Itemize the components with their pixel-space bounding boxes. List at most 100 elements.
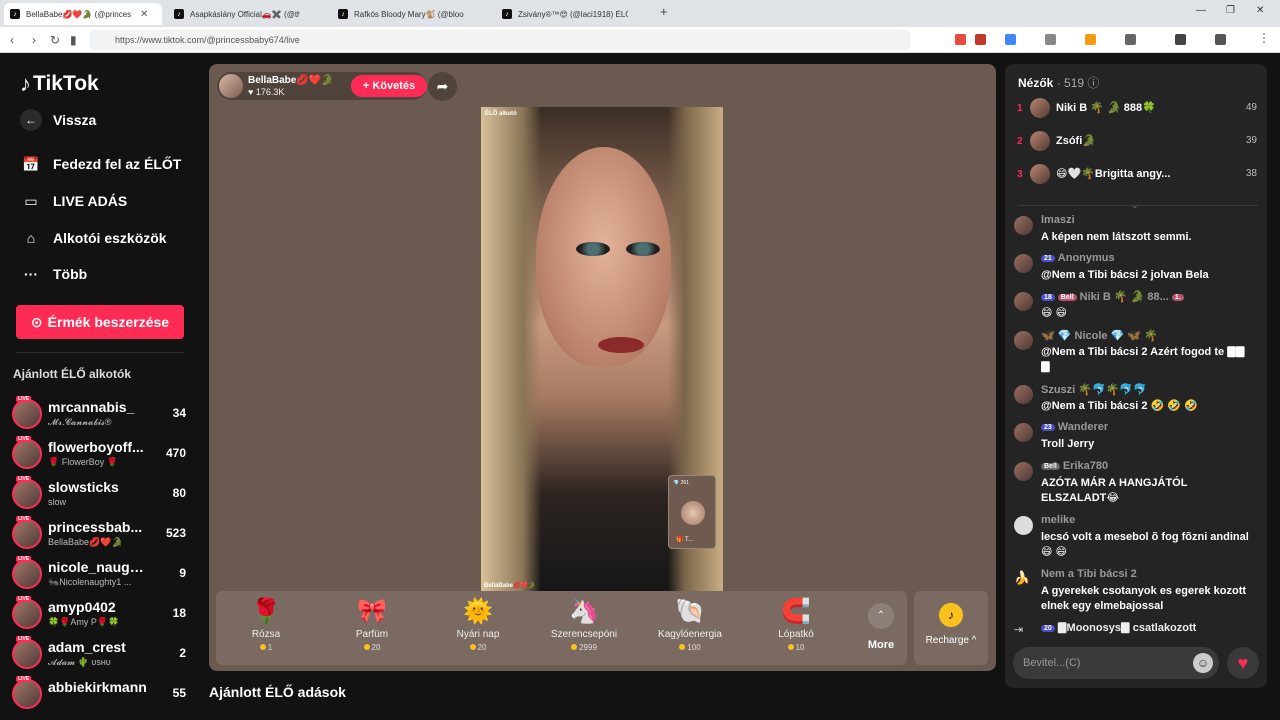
browser-tab-3[interactable]: ♪ Rafkós Bloody Mary🐒 (@bloodymai — [332, 3, 492, 25]
nav-live-studio[interactable]: ▭ LIVE ADÁS — [20, 190, 127, 212]
avatar[interactable] — [1014, 331, 1033, 350]
follow-button[interactable]: + Követés — [351, 75, 427, 97]
creator-item[interactable]: LIVE adam_crest 𝓐𝓭𝓪𝓶 🌵 ᴜsʜᴜ 2 — [12, 636, 188, 673]
chat-username[interactable]: 🦋 💎 Nicole 💎 🦋 🌴 — [1041, 329, 1158, 342]
gift-perfume[interactable]: 🎀 Parfüm 20 — [322, 597, 422, 661]
tiktok-logo[interactable]: ♪ TikTok — [20, 71, 99, 97]
close-icon[interactable]: ✕ — [140, 9, 148, 20]
tab-title: Asapkáslány Official🚗✖️ (@theras — [190, 9, 300, 19]
tiktok-favicon-icon: ♪ — [174, 9, 184, 19]
creator-item[interactable]: LIVE slowsticks slow 80 — [12, 476, 188, 513]
avatar — [12, 399, 42, 429]
creator-item[interactable]: LIVE princessbab... BellaBabe💋❤️🐊 523 — [12, 516, 188, 553]
avatar[interactable] — [1014, 462, 1033, 481]
host-avatar[interactable] — [219, 74, 243, 98]
gift-rose[interactable]: 🌹 Rózsa 1 — [216, 597, 316, 661]
browser-tab-1[interactable]: ♪ BellaBabe💋❤️🐊 (@princes ✕ — [4, 3, 162, 25]
nav-creator-tools[interactable]: ⌂ Alkotói eszközök — [20, 227, 167, 249]
browser-tab-2[interactable]: ♪ Asapkáslány Official🚗✖️ (@theras — [168, 3, 328, 25]
share-icon[interactable]: ➦ — [428, 72, 457, 101]
creator-item[interactable]: LIVE flowerboyoff... 🌹 FlowerBoy 🌹 470 — [12, 436, 188, 473]
chat-username[interactable]: 23 Wanderer — [1041, 421, 1108, 433]
gift-lucky-pony[interactable]: 🦄 Szerencsepóni 2999 — [534, 597, 634, 661]
coins-label: Érmék beszerzése — [47, 314, 170, 330]
maximize-icon[interactable]: ❐ — [1226, 5, 1235, 16]
gift-horseshoe[interactable]: 🧲 Lópatkó 10 — [746, 597, 846, 661]
get-coins-button[interactable]: ⊙ Érmék beszerzése — [16, 305, 184, 339]
avatar[interactable]: 🍌 — [1014, 570, 1033, 589]
gift-shell-energy[interactable]: 🐚 Kagylóenergia 100 — [640, 597, 740, 661]
sidebar-icon[interactable] — [1175, 34, 1186, 45]
chat-username[interactable]: Bell Erika780 — [1041, 460, 1108, 472]
new-tab-icon[interactable]: + — [660, 4, 668, 19]
avatar[interactable] — [1014, 516, 1033, 535]
back-arrow-icon[interactable]: ‹ — [10, 33, 14, 47]
creator-item[interactable]: LIVE nicole_naugh... 🐜Nicolenaughty1 ...… — [12, 556, 188, 593]
chevron-down-icon[interactable]: ⌄ — [1131, 200, 1139, 211]
rank-number: 2 — [1017, 136, 1023, 147]
extension-icon[interactable] — [1125, 34, 1136, 45]
host-info[interactable]: BellaBabe💋❤️🐊 ♥ 176.3K + Követés — [217, 72, 427, 100]
avatar[interactable] — [1014, 254, 1033, 273]
chat-username[interactable]: 21 Anonymus — [1041, 252, 1115, 264]
divider — [16, 352, 184, 353]
info-icon[interactable]: ⓘ — [1087, 76, 1099, 90]
avatar[interactable] — [1014, 216, 1033, 235]
browser-tab-4[interactable]: ♪ Zsivány®™😍 (@laci1918) ÉLŐ adás — [496, 3, 656, 25]
avatar[interactable] — [1014, 423, 1033, 442]
creator-item[interactable]: LIVE mrcannabis_ 𝓜𝓻.𝓒𝓪𝓷𝓷𝓪𝓫𝓲𝓼® 34 — [12, 396, 188, 433]
chat-username[interactable]: Szuszi 🌴🐬🌴🐬🐬 — [1041, 383, 1147, 396]
avatar[interactable] — [1014, 385, 1033, 404]
reload-icon[interactable]: ↻ — [50, 33, 60, 47]
bookmark-icon[interactable]: ▮ — [70, 33, 77, 47]
avatar — [1030, 164, 1050, 184]
chat-username[interactable]: 18 Bell Niki B 🌴 🐊 88... 1. — [1041, 290, 1187, 303]
creator-name: mrcannabis_ — [48, 399, 135, 415]
creator-name: princessbab... — [48, 519, 143, 535]
creator-item[interactable]: LIVE amyp0402 🍀🌹Amy P🌹🍀 18 — [12, 596, 188, 633]
emoji-icon[interactable]: ☺ — [1193, 653, 1213, 673]
gift-name: Parfüm — [355, 629, 389, 640]
chat-username[interactable]: lmaszi — [1041, 214, 1075, 226]
extensions-puzzle-icon[interactable] — [1215, 34, 1226, 45]
chat-username[interactable]: melike — [1041, 514, 1075, 526]
creator-name: slowsticks — [48, 479, 119, 495]
creator-item[interactable]: LIVE abbiekirkmann 55 — [12, 676, 188, 713]
minimize-icon[interactable]: — — [1196, 5, 1206, 16]
chat-input-placeholder: Bevitel...(C) — [1023, 657, 1081, 669]
top-viewer-row[interactable]: 3 😄🤍🌴Brigitta angy... 38 — [1017, 164, 1257, 188]
chat-input[interactable]: Bevitel...(C) ☺ — [1013, 647, 1219, 679]
nav-more[interactable]: ··· Több — [20, 263, 87, 285]
back-link[interactable]: ← Vissza — [20, 109, 96, 131]
window-close-icon[interactable]: ✕ — [1256, 5, 1264, 16]
top-viewer-row[interactable]: 1 Niki B 🌴 🐊 888🍀 49 — [1017, 98, 1257, 122]
nav-explore-live[interactable]: 📅 Fedezd fel az ÉLŐT — [20, 153, 181, 175]
more-gifts-button[interactable]: ⌃ More — [856, 603, 906, 651]
viewer-count: 80 — [172, 486, 186, 500]
guest-pip[interactable]: 💎 261 🎁 T... — [668, 475, 716, 549]
menu-icon[interactable]: ⋮ — [1258, 31, 1270, 45]
extension-icon[interactable] — [1085, 34, 1096, 45]
recharge-button[interactable]: ♪ Recharge ^ — [914, 591, 988, 665]
shield-extension-icon[interactable] — [955, 34, 966, 45]
nav-label: Alkotói eszközök — [53, 230, 167, 246]
viewers-header[interactable]: Nézők · 519 ⓘ — [1018, 74, 1099, 91]
url-field[interactable]: https://www.tiktok.com/@princessbaby674/… — [90, 30, 910, 50]
avatar[interactable] — [1014, 292, 1033, 311]
nav-label: Több — [53, 266, 88, 282]
chat-text: AZÓTA MÁR A HANGJÁTÓL ELSZALADT😂 — [1041, 477, 1188, 504]
viewer-count: 55 — [172, 686, 186, 700]
level-badge: 23 — [1041, 424, 1055, 431]
viewer-count: 18 — [172, 606, 186, 620]
translate-extension-icon[interactable] — [1005, 34, 1016, 45]
chat-username[interactable]: 20 🀫Moonosys🀫 csatlakozott — [1041, 622, 1196, 635]
extension-icon[interactable] — [975, 34, 986, 45]
extension-icon[interactable] — [1045, 34, 1056, 45]
like-heart-icon[interactable]: ♥ — [1227, 647, 1259, 679]
top-viewer-row[interactable]: 2 Zsófi🐊 39 — [1017, 131, 1257, 155]
avatar — [12, 639, 42, 669]
chat-username[interactable]: Nem a Tibi bácsi 2 — [1041, 568, 1137, 580]
forward-arrow-icon[interactable]: › — [32, 33, 36, 47]
sidebar: ♪ TikTok ← Vissza 📅 Fedezd fel az ÉLŐT ▭… — [0, 53, 200, 720]
gift-summer-sun[interactable]: 🌞 Nyári nap 20 — [428, 597, 528, 661]
